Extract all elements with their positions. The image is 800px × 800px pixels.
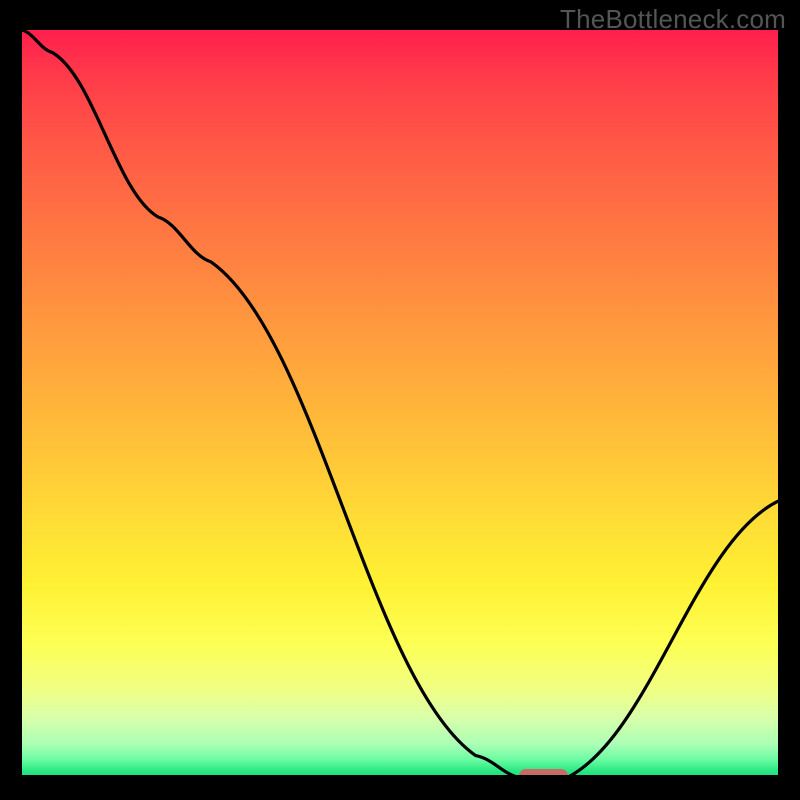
plot-area	[22, 30, 778, 778]
baseline	[22, 775, 778, 778]
curve-path	[22, 30, 778, 778]
chart-frame: TheBottleneck.com	[0, 0, 800, 800]
bottleneck-curve	[22, 30, 778, 778]
